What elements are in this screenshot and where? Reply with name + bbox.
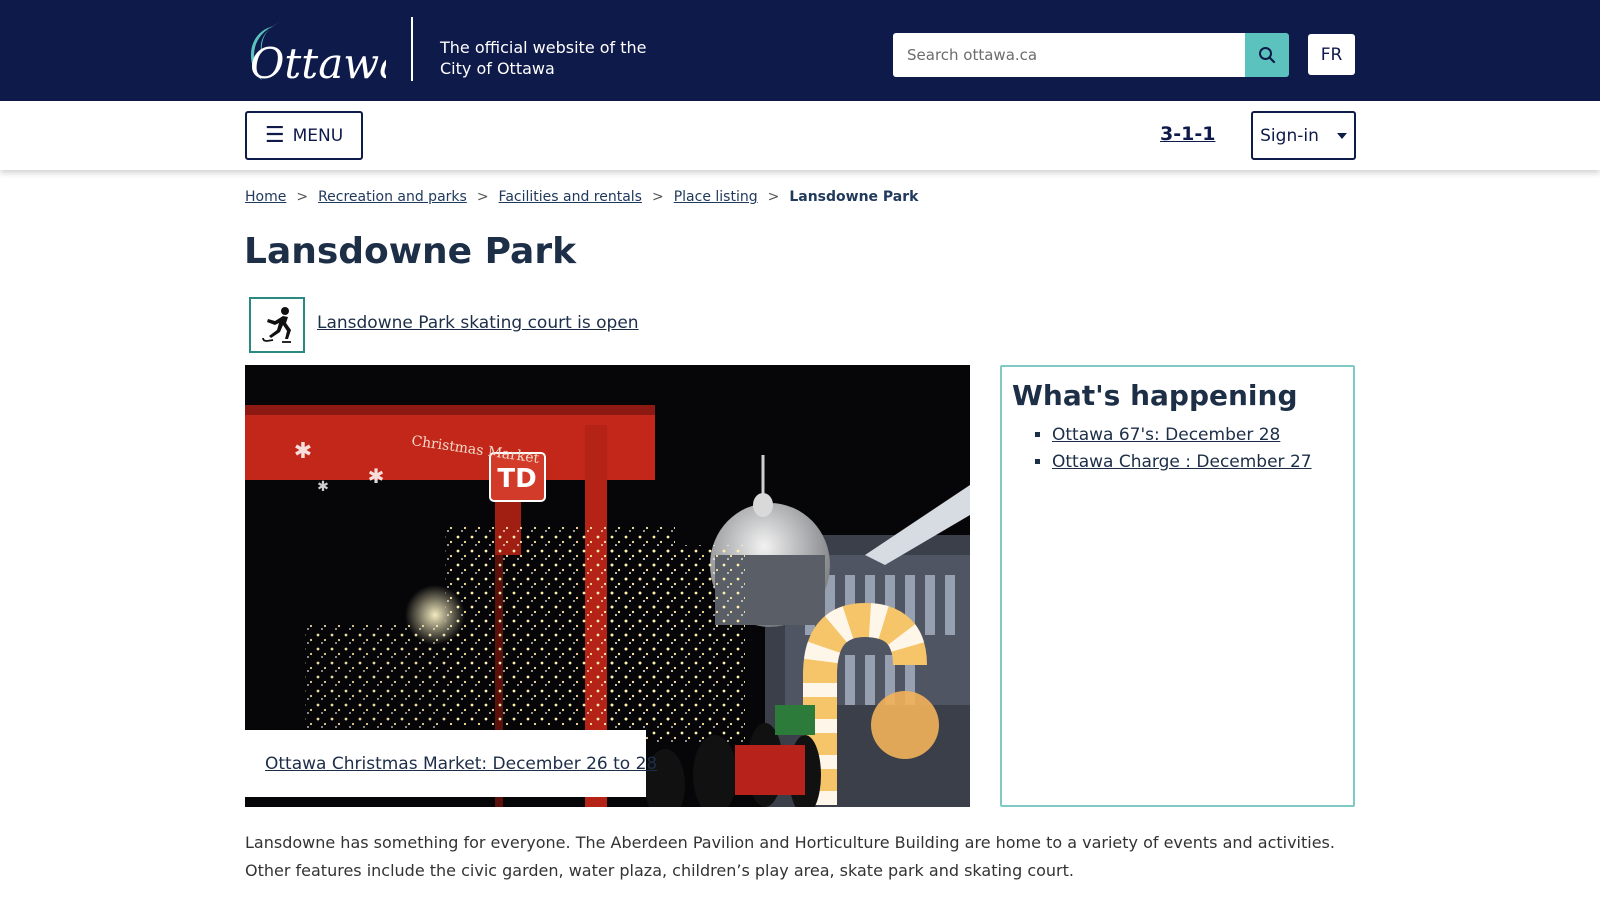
list-item: Ottawa Charge : December 27 (1052, 449, 1343, 476)
breadcrumb-recreation-and-parks[interactable]: Recreation and parks (318, 189, 467, 205)
language-toggle-button[interactable]: FR (1308, 34, 1355, 75)
whats-happening-heading: What's happening (1012, 379, 1298, 412)
whats-happening-panel: What's happening Ottawa 67's: December 2… (1000, 365, 1355, 807)
christmas-market-link[interactable]: Ottawa Christmas Market: December 26 to … (265, 754, 657, 774)
caret-down-icon (1336, 132, 1347, 139)
svg-text:✱: ✱ (368, 464, 385, 488)
skating-court-link[interactable]: Lansdowne Park skating court is open (317, 313, 639, 333)
menu-label: MENU (292, 125, 344, 146)
hero-caption: Ottawa Christmas Market: December 26 to … (245, 730, 657, 797)
breadcrumb-separator: > (651, 189, 664, 205)
signin-dropdown-button[interactable]: Sign-in (1251, 111, 1356, 160)
menu-button[interactable]: ☰ MENU (245, 111, 363, 160)
ottawa-logo[interactable]: Ottawa (244, 20, 386, 84)
svg-text:✱: ✱ (294, 439, 312, 464)
list-item: Ottawa 67's: December 28 (1052, 422, 1343, 449)
svg-text:TD: TD (497, 464, 536, 494)
hero-image: TD ✱ ✱ ✱ Christmas Market Ottawa Christm… (245, 365, 970, 807)
breadcrumb: Home > Recreation and parks > Facilities… (245, 189, 918, 205)
ice-skater-icon (249, 297, 305, 353)
svg-text:Ottawa: Ottawa (250, 39, 386, 84)
breadcrumb-current: Lansdowne Park (789, 189, 919, 205)
site-header: Ottawa The official website of the City … (0, 0, 1600, 101)
event-link-ottawa-67s[interactable]: Ottawa 67's: December 28 (1052, 425, 1280, 445)
event-link-ottawa-charge[interactable]: Ottawa Charge : December 27 (1052, 452, 1312, 472)
main-navbar: ☰ MENU 3-1-1 Sign-in (0, 101, 1600, 170)
breadcrumb-separator: > (767, 189, 780, 205)
breadcrumb-facilities-and-rentals[interactable]: Facilities and rentals (499, 189, 642, 205)
search-icon (1259, 47, 1276, 64)
signin-label: Sign-in (1260, 125, 1319, 146)
breadcrumb-separator: > (296, 189, 309, 205)
breadcrumb-place-listing[interactable]: Place listing (674, 189, 758, 205)
breadcrumb-separator: > (476, 189, 489, 205)
phone-311-link[interactable]: 3-1-1 (1160, 123, 1215, 145)
breadcrumb-home[interactable]: Home (245, 189, 286, 205)
search-input[interactable] (893, 33, 1246, 77)
svg-text:✱: ✱ (317, 479, 329, 495)
page-description: Lansdowne has something for everyone. Th… (245, 833, 1335, 880)
page-title: Lansdowne Park (244, 231, 577, 272)
hamburger-icon: ☰ (264, 122, 285, 148)
search-button[interactable] (1245, 33, 1289, 77)
events-list: Ottawa 67's: December 28 Ottawa Charge :… (1012, 422, 1343, 476)
logo-divider (411, 17, 413, 81)
site-tagline: The official website of the City of Otta… (440, 38, 647, 78)
